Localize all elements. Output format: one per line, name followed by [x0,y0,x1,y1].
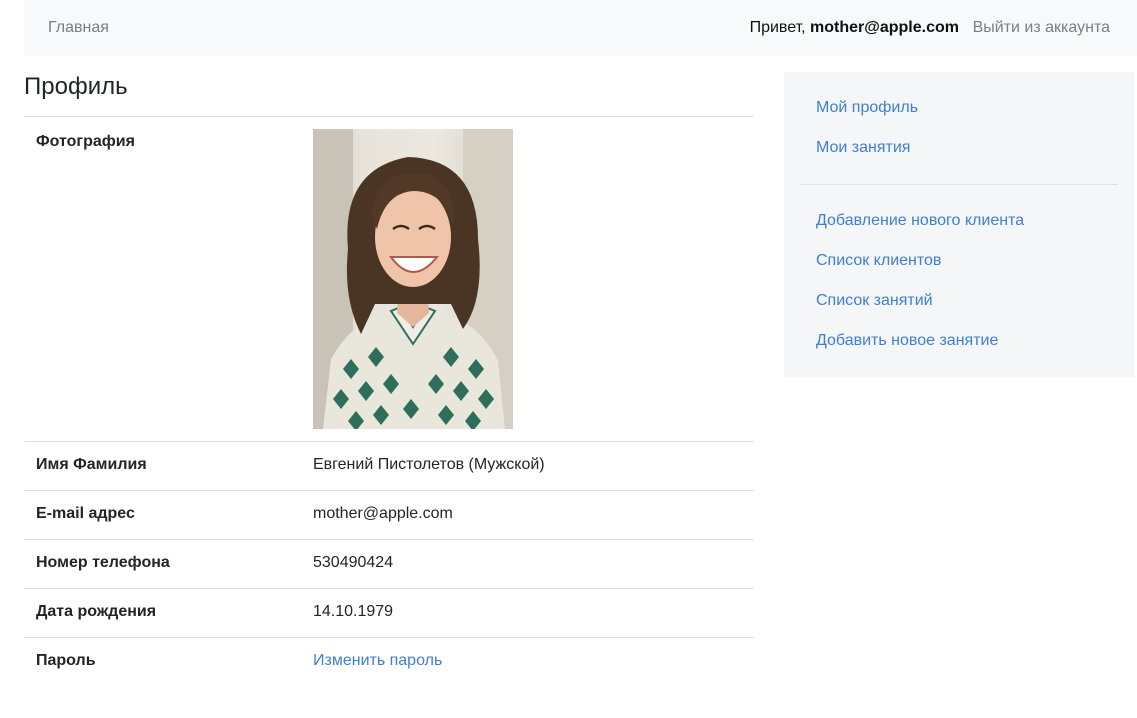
table-row-name: Имя Фамилия Евгений Пистолетов (Мужской) [24,441,754,491]
profile-table: Фотография Имя Фамилия Евгений Пистолето… [24,116,754,687]
sidebar-item-add-client[interactable]: Добавление нового клиента [816,212,1024,230]
email-label: E-mail адрес [24,490,301,540]
password-label: Пароль [24,637,301,687]
photo-label: Фотография [24,116,301,442]
birthdate-value: 14.10.1979 [301,588,754,638]
top-navbar: Главная Привет, mother@apple.com Выйти и… [24,0,1137,56]
sidebar-item-my-lessons[interactable]: Мои занятия [816,139,910,157]
user-email: mother@apple.com [810,19,959,36]
sidebar-divider [800,184,1118,185]
greeting-prefix: Привет, [749,19,811,36]
phone-value: 530490424 [301,539,754,589]
logout-link[interactable]: Выйти из аккаунта [973,19,1110,37]
sidebar-item-add-lesson[interactable]: Добавить новое занятие [816,332,998,350]
phone-label: Номер телефона [24,539,301,589]
nav-home-link[interactable]: Главная [48,19,109,37]
sidebar-menu: Мой профиль Мои занятия Добавление новог… [784,72,1134,377]
password-cell: Изменить пароль [301,637,754,687]
photo-cell [301,116,754,442]
sidebar-item-client-list[interactable]: Список клиентов [816,252,941,270]
email-value: mother@apple.com [301,490,754,540]
sidebar-item-my-profile[interactable]: Мой профиль [816,99,918,117]
name-label: Имя Фамилия [24,441,301,491]
change-password-link[interactable]: Изменить пароль [313,652,442,669]
table-row-phone: Номер телефона 530490424 [24,539,754,589]
name-value: Евгений Пистолетов (Мужской) [301,441,754,491]
table-row-password: Пароль Изменить пароль [24,637,754,687]
table-row-birthdate: Дата рождения 14.10.1979 [24,588,754,638]
table-row-photo: Фотография [24,116,754,442]
table-row-email: E-mail адрес mother@apple.com [24,490,754,540]
user-greeting: Привет, mother@apple.com [750,19,959,37]
sidebar-item-lesson-list[interactable]: Список занятий [816,292,933,310]
birthdate-label: Дата рождения [24,588,301,638]
page-title: Профиль [24,73,128,100]
profile-photo [313,129,513,429]
